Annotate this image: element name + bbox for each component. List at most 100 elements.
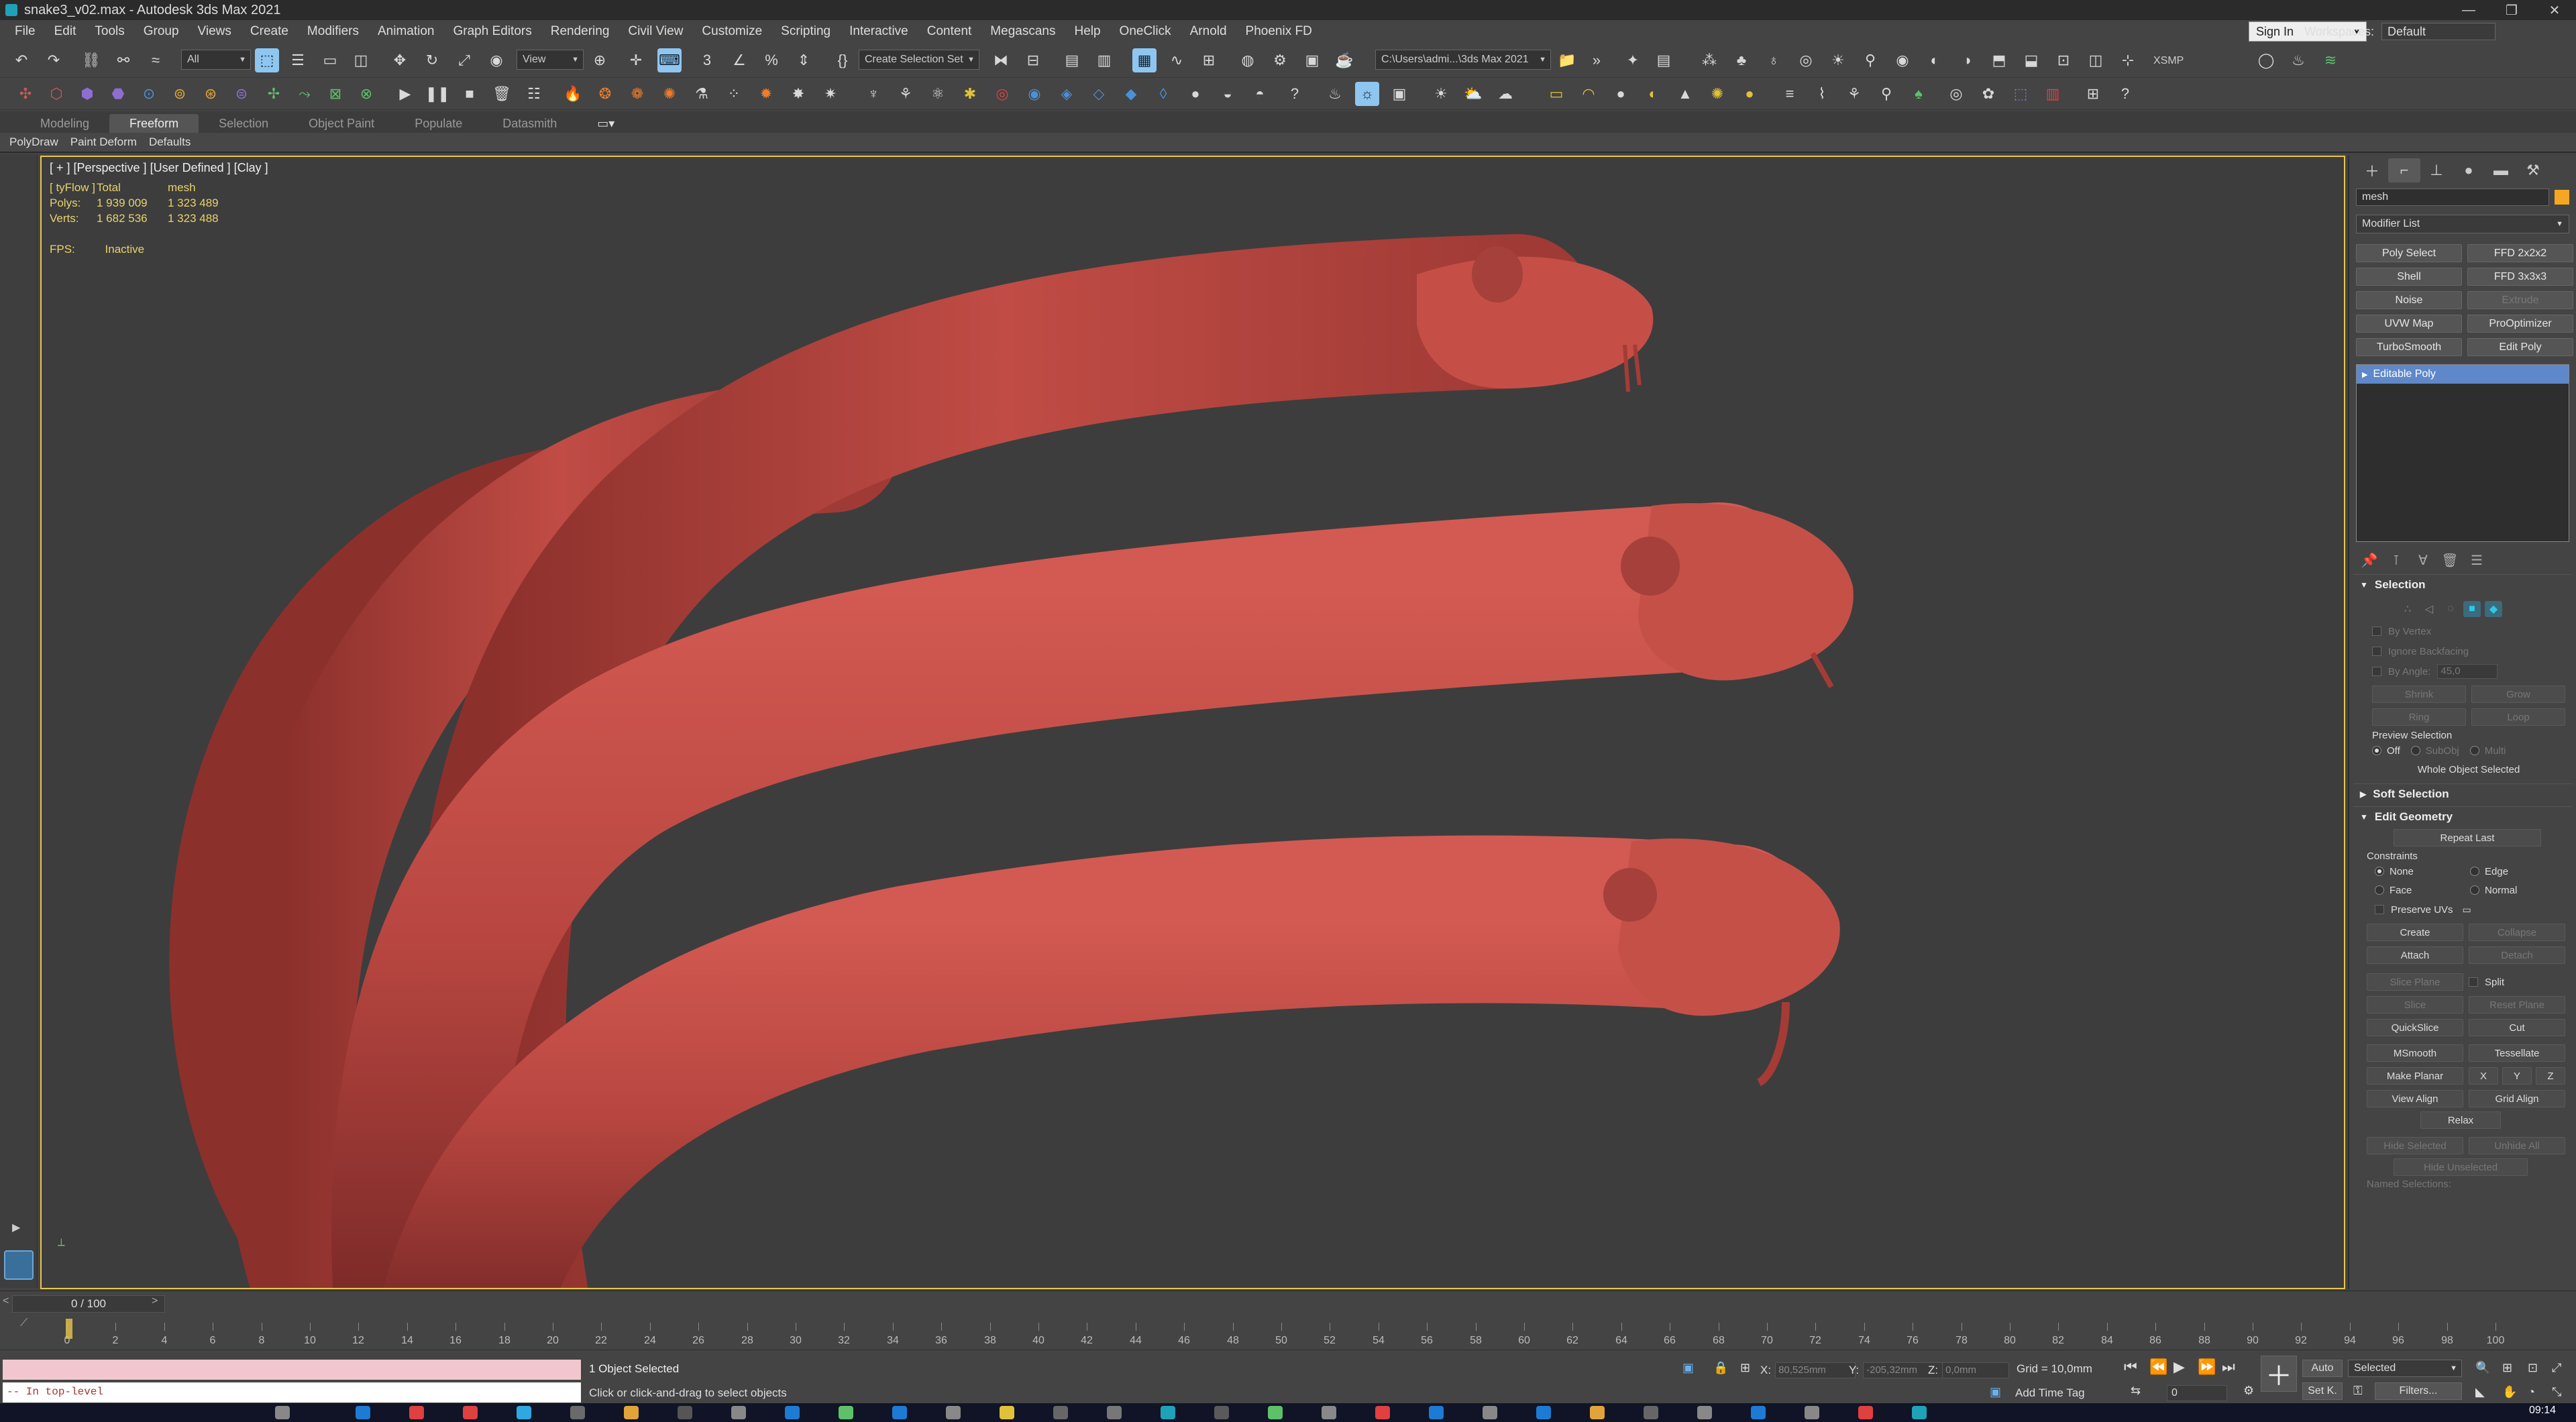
make-unique-icon[interactable]: ∀ [2410,552,2436,569]
menu-arnold[interactable]: Arnold [1181,24,1236,39]
menu-customize[interactable]: Customize [692,24,771,39]
viewport-layout-tab[interactable] [4,1250,34,1280]
crop-icon[interactable]: ⊹ [2116,48,2140,72]
taskbar-app-icon[interactable] [624,1406,639,1419]
fire-icon[interactable]: 🔥 [561,82,585,106]
camera-icon[interactable]: ◉ [1890,48,1915,72]
ignore-backfacing-checkbox[interactable]: Ignore Backfacing [2372,641,2565,661]
percent-snap-icon[interactable]: % [759,48,784,72]
workspace-dropdown[interactable]: Default [2381,23,2496,40]
shell-button[interactable]: Shell [2356,268,2462,286]
key-mode-icon[interactable]: ⇆ [2131,1384,2141,1398]
ribbon-subtab-defaults[interactable]: Defaults [149,135,191,149]
fire-resume-icon[interactable]: ✸ [786,82,810,106]
set-key-button[interactable]: Set K. [2302,1382,2343,1400]
menu-interactive[interactable]: Interactive [840,24,918,39]
splash-icon[interactable]: ◒ [1216,82,1240,106]
z-field[interactable]: 0,0mm [1942,1362,2010,1378]
project-folder-dropdown[interactable]: C:\Users\admi...\3ds Max 2021 ▼ [1375,50,1551,70]
zoom-extents-icon[interactable]: ⊡ [2528,1361,2538,1375]
render-output-icon[interactable]: ▥ [2041,82,2065,106]
quickslice-button[interactable]: QuickSlice [2367,1019,2463,1036]
menu-rendering[interactable]: Rendering [541,24,619,39]
taskbar-app-icon[interactable] [1322,1406,1336,1419]
xsmp-label[interactable]: XSMP [2153,55,2184,67]
close-button[interactable]: ✕ [2533,0,2576,20]
edge-mode-icon[interactable]: ◁ [2420,601,2438,617]
menu-megascans[interactable]: Megascans [981,24,1065,39]
viewport-layout-icon[interactable]: ⊡ [2051,48,2076,72]
modify-tab-icon[interactable]: ⌐ [2388,158,2420,182]
render-production-icon[interactable]: ☕ [1332,48,1356,72]
motion-tab-icon[interactable]: ● [2453,158,2485,182]
utilities-tab-icon[interactable]: ⚒ [2517,158,2549,182]
object-name-field[interactable]: mesh [2356,188,2549,206]
by-angle-field[interactable]: 45,0 [2437,664,2498,679]
absolute-mode-icon[interactable]: ⊞ [1740,1361,1750,1375]
fire-source-icon[interactable]: ❂ [593,82,617,106]
menu-phoenix-fd[interactable]: Phoenix FD [1236,24,1322,39]
display-tab-icon[interactable]: ▬ [2485,158,2517,182]
link-icon[interactable]: ⛓ [79,48,103,72]
pause-icon[interactable]: ❚❚ [425,82,450,106]
ribbon-options-icon[interactable]: ▭▾ [577,114,635,133]
view-align-button[interactable]: View Align [2367,1090,2463,1107]
edit-poly-button[interactable]: Edit Poly [2467,338,2573,356]
selection-rollout-header[interactable]: ▼ Selection [2353,574,2572,594]
container-icon[interactable]: ✣ [13,82,38,106]
taskbar-app-icon[interactable] [1053,1406,1068,1419]
element-mode-icon[interactable]: ◆ [2485,601,2502,617]
sun-icon[interactable]: ☀ [1826,48,1850,72]
container-reload-icon[interactable]: ⊛ [199,82,223,106]
menu-content[interactable]: Content [918,24,981,39]
time-config-icon[interactable]: ⚙ [2243,1384,2254,1398]
cut-button[interactable]: Cut [2469,1019,2565,1036]
lighting-icon[interactable]: ✦ [1621,48,1645,72]
active-shade-icon[interactable]: ☼ [1355,82,1379,106]
taskbar-app-icon[interactable] [463,1406,478,1419]
render-region-icon[interactable]: ◫ [2084,48,2108,72]
key-icon[interactable]: ⚿ [2353,1384,2363,1398]
spinner-snap-icon[interactable]: ⇕ [792,48,816,72]
rotate-icon[interactable]: ↻ [420,48,444,72]
list-icon[interactable]: ☷ [522,82,546,106]
taskbar-app-icon[interactable] [1000,1406,1014,1419]
mirror-icon[interactable]: ⧓ [989,48,1013,72]
maximize-button[interactable]: ❐ [2490,0,2533,20]
voxel-icon[interactable]: ✷ [818,82,843,106]
ring-icon[interactable]: ◯ [2254,48,2278,72]
particle-icon[interactable]: ⁂ [1697,48,1721,72]
noise-button[interactable]: Noise [2356,291,2462,309]
taskbar-app-icon[interactable] [1805,1406,1819,1419]
redo-icon[interactable]: ↷ [42,48,66,72]
selection-filter-dropdown[interactable]: All ▼ [181,50,251,70]
globe-icon[interactable]: ◎ [1794,48,1818,72]
place-icon[interactable]: ◉ [484,48,508,72]
taskbar-app-icon[interactable] [1590,1406,1605,1419]
ffd-3x3x3-button[interactable]: FFD 3x3x3 [2467,268,2573,286]
constraint-normal-radio[interactable]: Normal [2470,881,2565,899]
layer-explorer-icon[interactable]: ▥ [1092,48,1116,72]
proxy-icon[interactable]: ⚘ [1842,82,1866,106]
constraint-edge-radio[interactable]: Edge [2470,862,2565,881]
go-to-end-icon[interactable]: ⏭ [2222,1358,2235,1376]
uvw-map-button[interactable]: UVW Map [2356,315,2462,333]
taskbar-app-icon[interactable] [1858,1406,1873,1419]
container-inherit-icon[interactable]: ⊙ [137,82,161,106]
preview-off-radio[interactable]: Off [2372,741,2400,760]
liquid-stop-icon[interactable]: ◎ [990,82,1014,106]
notes-icon[interactable]: ▤ [1652,48,1676,72]
environment-icon[interactable]: ◐ [1923,48,1947,72]
teapot-icon[interactable]: ♨ [2286,48,2310,72]
expand-arrow-icon[interactable]: ▶ [12,1221,20,1234]
reference-coordinate-dropdown[interactable]: View ▼ [517,50,584,70]
reset-plane-button[interactable]: Reset Plane [2469,996,2565,1014]
plane-icon[interactable]: ▭ [1544,82,1568,106]
select-by-name-icon[interactable]: ☰ [286,48,310,72]
menu-tools[interactable]: Tools [85,24,133,39]
animation-layer-add-icon[interactable]: ⤳ [292,82,317,106]
filters-button[interactable]: Filters... [2375,1382,2462,1400]
menu-create[interactable]: Create [241,24,298,39]
rendered-frame-window-icon[interactable]: ▣ [1300,48,1324,72]
render-frame-icon[interactable]: ⬓ [2019,48,2043,72]
